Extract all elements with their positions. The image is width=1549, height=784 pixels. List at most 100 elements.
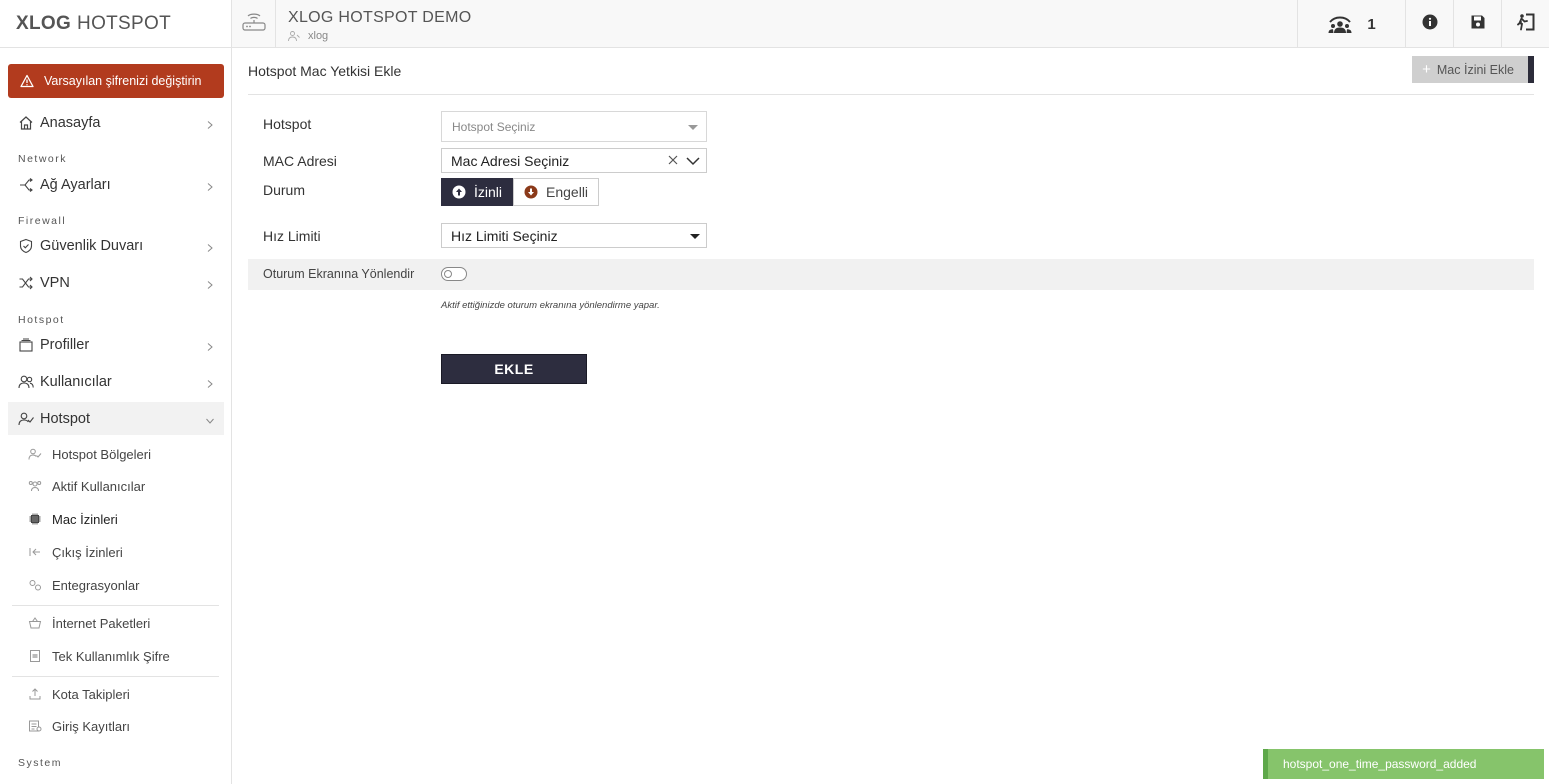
save-button[interactable] (1453, 0, 1501, 48)
page-header: Hotspot Mac Yetkisi Ekle + Mac İzini Ekl… (248, 49, 1534, 95)
mac-address-select[interactable]: Mac Adresi Seçiniz (441, 148, 707, 173)
status-blocked-button[interactable]: Engelli (513, 178, 600, 206)
plus-icon: + (1422, 61, 1431, 78)
sidebar-sub-one-time-password[interactable]: Tek Kullanımlık Şifre (28, 642, 170, 670)
speed-limit-select[interactable]: Hız Limiti Seçiniz (441, 223, 707, 248)
router-button[interactable] (232, 0, 276, 48)
submit-button[interactable]: EKLE (441, 354, 587, 384)
toast-text: hotspot_one_time_password_added (1283, 757, 1477, 771)
online-users-button[interactable]: 1 (1297, 0, 1405, 48)
sidebar-sub-hotspot-zones[interactable]: Hotspot Bölgeleri (28, 440, 151, 468)
status-label: Durum (263, 182, 306, 198)
sidebar-sub-label: Mac İzinleri (52, 511, 118, 527)
status-toggle-group: İzinli Engelli (441, 178, 600, 206)
user-check-icon (18, 411, 34, 427)
add-mac-permission-button[interactable]: + Mac İzini Ekle (1412, 56, 1534, 83)
hotspot-select-placeholder: Hotspot Seçiniz (452, 119, 536, 134)
logout-icon (1516, 13, 1535, 36)
warning-icon (20, 74, 34, 88)
caret-down-icon (690, 234, 700, 239)
sidebar-item-label: Anasayfa (40, 114, 101, 131)
home-icon (18, 115, 34, 131)
basket-icon (28, 616, 42, 630)
chevron-down-icon (206, 413, 214, 424)
clear-icon[interactable] (666, 153, 680, 167)
sidebar-sub-exit-permissions[interactable]: Çıkış İzinleri (28, 538, 123, 566)
network-icon (18, 177, 34, 193)
online-user-count: 1 (1367, 15, 1376, 33)
sidebar: XLOG HOTSPOT Varsayılan şifrenizi değişt… (0, 0, 232, 784)
router-icon (241, 11, 267, 38)
sidebar-item-users[interactable]: Kullanıcılar (8, 365, 224, 398)
sidebar-sub-label: Kota Takipleri (52, 686, 130, 702)
info-button[interactable] (1405, 0, 1453, 48)
chevron-right-icon (206, 277, 214, 289)
sidebar-item-hotspot[interactable]: Hotspot (8, 402, 224, 435)
mac-address-value: Mac Adresi Seçiniz (451, 152, 570, 169)
sidebar-item-vpn[interactable]: VPN (8, 266, 224, 299)
arrow-down-circle-icon (524, 185, 538, 199)
chevron-right-icon (206, 376, 214, 388)
sidebar-sub-label: Aktif Kullanıcılar (52, 478, 146, 494)
toast-notification[interactable]: hotspot_one_time_password_added (1263, 749, 1544, 779)
logout-button[interactable] (1501, 0, 1549, 48)
sidebar-sub-label: Tek Kullanımlık Şifre (52, 648, 170, 664)
chevron-right-icon (206, 117, 214, 129)
sidebar-sub-label: Entegrasyonlar (52, 577, 140, 593)
save-icon (1470, 14, 1486, 35)
sidebar-item-label: Ağ Ayarları (40, 176, 111, 193)
sidebar-sub-integrations[interactable]: Entegrasyonlar (28, 571, 139, 599)
sidebar-sub-label: Çıkış İzinleri (52, 544, 123, 560)
status-allowed-button[interactable]: İzinli (441, 178, 514, 206)
sidebar-item-profiles[interactable]: Profiller (8, 328, 224, 361)
app-subtitle-text: xlog (308, 30, 329, 42)
section-hotspot: Hotspot (18, 314, 65, 326)
sidebar-sub-login-logs[interactable]: Giriş Kayıtları (28, 712, 130, 740)
hotspot-users-icon (1327, 14, 1353, 34)
sidebar-sub-label: Giriş Kayıtları (52, 718, 131, 734)
topbar: XLOG HOTSPOT DEMO xlog 1 (232, 0, 1549, 48)
mac-address-label: MAC Adresi (263, 153, 337, 169)
users-icon (18, 374, 34, 390)
app-logo[interactable]: XLOG HOTSPOT (0, 0, 231, 48)
info-icon (1422, 14, 1438, 35)
logo-light: HOTSPOT (77, 12, 171, 34)
sidebar-item-firewall[interactable]: Güvenlik Duvarı (8, 229, 224, 262)
sidebar-sub-label: Hotspot Bölgeleri (52, 446, 151, 462)
sidebar-sub-mac-permissions[interactable]: Mac İzinleri (28, 505, 118, 533)
shield-icon (18, 238, 34, 254)
section-network: Network (18, 153, 68, 165)
sidebar-sub-active-users[interactable]: Aktif Kullanıcılar (28, 472, 145, 500)
status-allowed-label: İzinli (474, 184, 503, 200)
sidebar-item-label: Kullanıcılar (40, 373, 112, 390)
speed-limit-label: Hız Limiti (263, 228, 321, 244)
sidebar-sub-internet-packages[interactable]: İnternet Paketleri (28, 609, 150, 637)
sidebar-item-home[interactable]: Anasayfa (8, 106, 224, 139)
sidebar-item-label: Güvenlik Duvarı (40, 237, 144, 254)
page-title: Hotspot Mac Yetkisi Ekle (248, 63, 402, 79)
redirect-label: Oturum Ekranına Yönlendir (263, 267, 415, 281)
sidebar-item-label: Hotspot (40, 410, 90, 427)
group-icon (28, 479, 42, 493)
sidebar-item-network-settings[interactable]: Ağ Ayarları (8, 168, 224, 201)
main-content: Hotspot Mac Yetkisi Ekle + Mac İzini Ekl… (232, 49, 1549, 784)
upload-icon (28, 687, 42, 701)
arrow-up-circle-icon (452, 185, 466, 199)
section-firewall: Firewall (18, 215, 67, 227)
sidebar-item-label: Profiller (40, 336, 90, 353)
chevron-right-icon (206, 339, 214, 351)
gears-icon (28, 578, 42, 592)
sidebar-sub-quota-tracking[interactable]: Kota Takipleri (28, 680, 130, 708)
log-icon (28, 719, 42, 733)
layers-icon (18, 337, 34, 353)
chevron-down-icon[interactable] (685, 153, 701, 169)
chip-icon (28, 512, 42, 526)
section-system: System (18, 757, 63, 769)
app-subtitle: xlog (288, 30, 328, 42)
app-title: XLOG HOTSPOT DEMO (288, 9, 472, 26)
change-password-alert[interactable]: Varsayılan şifrenizi değiştirin (8, 64, 224, 98)
hotspot-select[interactable]: Hotspot Seçiniz (441, 111, 707, 142)
add-mac-permission-label: Mac İzini Ekle (1436, 62, 1514, 77)
sidebar-item-label: VPN (40, 274, 70, 291)
redirect-toggle[interactable] (441, 267, 467, 281)
